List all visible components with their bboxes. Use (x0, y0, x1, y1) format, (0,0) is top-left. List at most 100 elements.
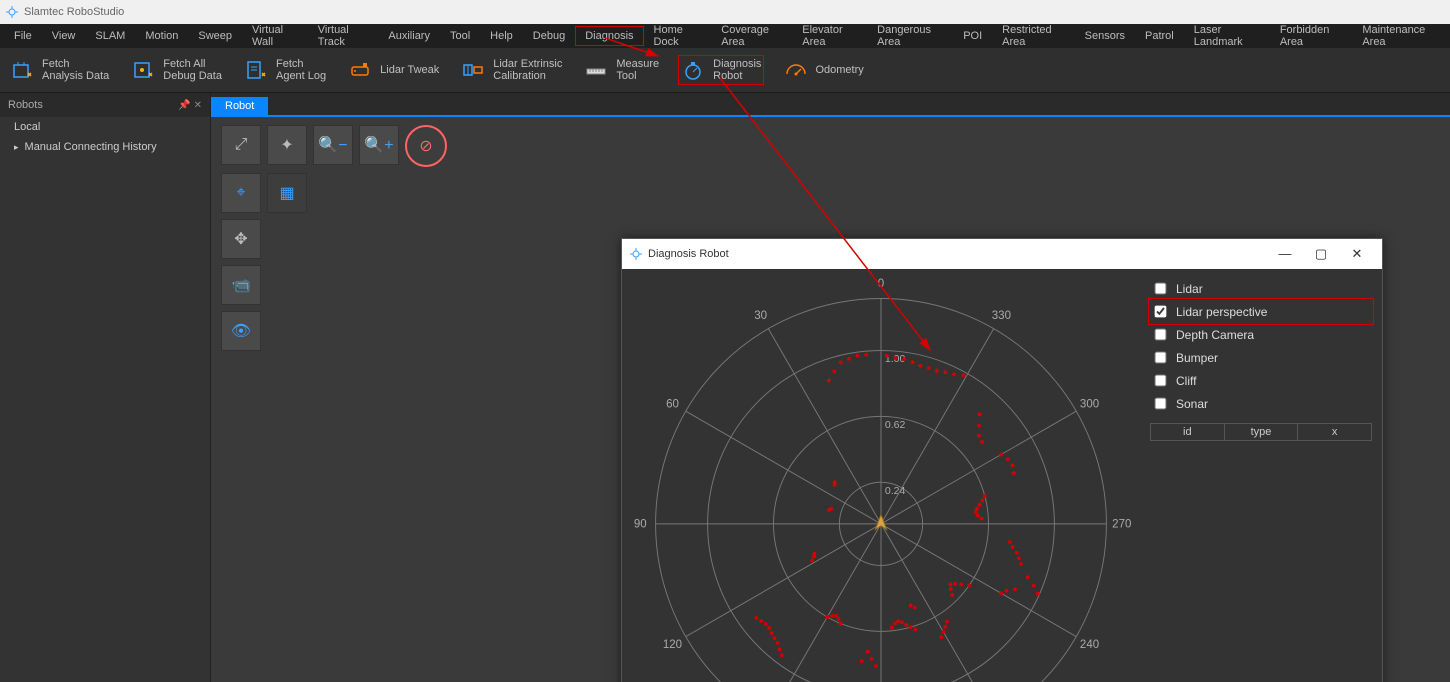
toolbar-fetch-analysis-button[interactable]: FetchAnalysis Data (10, 58, 109, 82)
svg-text:300: 300 (1080, 398, 1099, 410)
menu-diagnosis[interactable]: Diagnosis (575, 26, 643, 46)
svg-text:90: 90 (634, 519, 647, 531)
robots-panel-title: Robots (8, 99, 43, 111)
menu-patrol[interactable]: Patrol (1135, 26, 1184, 46)
sensor-options-panel: Lidar Lidar perspective Depth Camera Bumper… (1140, 269, 1382, 682)
window-title: Slamtec RoboStudio (24, 6, 124, 18)
toolbar-measure-tool-button[interactable]: MeasureTool (584, 58, 659, 82)
zoom-target-icon[interactable]: ⌖ (221, 173, 261, 213)
panel-pin-icon[interactable]: 📌 ✕ (178, 100, 202, 111)
menu-auxiliary[interactable]: Auxiliary (378, 26, 440, 46)
menu-poi[interactable]: POI (953, 26, 992, 46)
toolbar-label: FetchAgent Log (276, 58, 326, 82)
eye-tool-icon[interactable]: 👁 (221, 311, 261, 351)
robots-tree-item[interactable]: Manual Connecting History (0, 137, 210, 157)
fetch-agent-log-icon (244, 58, 268, 82)
menu-view[interactable]: View (42, 26, 86, 46)
checkbox[interactable] (1155, 375, 1167, 387)
window-minimize-button[interactable]: — (1268, 246, 1302, 262)
table-header-cell[interactable]: x (1298, 424, 1371, 440)
menu-coverage-area[interactable]: Coverage Area (711, 20, 792, 52)
measure-tool-icon (584, 58, 608, 82)
table-header-cell[interactable]: type (1225, 424, 1299, 440)
tab-robot[interactable]: Robot (211, 97, 268, 115)
sensor-check-lidar-perspective[interactable]: Lidar perspective (1150, 300, 1372, 323)
checkbox[interactable] (1155, 283, 1167, 295)
main-canvas-area: Robot ⤢ ✦ 🔍− 🔍+ ⊘ ⌖ ▦ ✥ 📹 👁 (211, 93, 1450, 682)
robots-panel-header: Robots 📌 ✕ (0, 93, 210, 117)
diagnosis-robot-window: Diagnosis Robot — ▢ ✕ 0.240.621.00030609… (621, 238, 1383, 682)
toolbar-lidar-tweak-button[interactable]: Lidar Tweak (348, 58, 439, 82)
svg-text:240: 240 (1080, 639, 1099, 651)
table-header-cell[interactable]: id (1151, 424, 1225, 440)
move-tool-icon[interactable]: ✥ (221, 219, 261, 259)
menu-help[interactable]: Help (480, 26, 523, 46)
toolbar-lidar-extrinsic-button[interactable]: Lidar ExtrinsicCalibration (461, 58, 562, 82)
crosshair-icon[interactable]: ✦ (267, 125, 307, 165)
menu-home-dock[interactable]: Home Dock (644, 20, 712, 52)
menu-debug[interactable]: Debug (523, 26, 575, 46)
toolbar-odometry-button[interactable]: Odometry (783, 58, 863, 82)
camera-tool-icon[interactable]: 📹 (221, 265, 261, 305)
toolbar-fetch-all-debug-button[interactable]: Fetch AllDebug Data (131, 58, 222, 82)
toolbar-label: Lidar ExtrinsicCalibration (493, 58, 562, 82)
odometry-icon (783, 58, 807, 82)
menu-virtual-wall[interactable]: Virtual Wall (242, 20, 308, 52)
zoom-out-icon[interactable]: 🔍− (313, 125, 353, 165)
diagnosis-robot-icon (681, 58, 705, 82)
menu-restricted-area[interactable]: Restricted Area (992, 20, 1074, 52)
sensor-check-sonar[interactable]: Sonar (1150, 392, 1372, 415)
sensor-table-header: idtypex (1150, 423, 1372, 441)
toolbar-label: Odometry (815, 64, 863, 76)
checkbox-label: Cliff (1176, 374, 1196, 388)
sensor-check-cliff[interactable]: Cliff (1150, 369, 1372, 392)
menu-dangerous-area[interactable]: Dangerous Area (867, 20, 953, 52)
menu-slam[interactable]: SLAM (85, 26, 135, 46)
svg-text:330: 330 (992, 310, 1011, 322)
zoom-cancel-icon[interactable]: ⊘ (405, 125, 447, 167)
toolbar-diagnosis-robot-button[interactable]: DiagnosisRobot (681, 58, 761, 82)
checkbox-label: Depth Camera (1176, 328, 1254, 342)
dialog-titlebar[interactable]: Diagnosis Robot — ▢ ✕ (622, 239, 1382, 269)
lidar-tweak-icon (348, 58, 372, 82)
zoom-in-icon[interactable]: 🔍+ (359, 125, 399, 165)
svg-text:270: 270 (1112, 519, 1131, 531)
robots-tree-item[interactable]: Local (0, 117, 210, 137)
sensor-check-depth-camera[interactable]: Depth Camera (1150, 323, 1372, 346)
menu-motion[interactable]: Motion (135, 26, 188, 46)
menu-forbidden-area[interactable]: Forbidden Area (1270, 20, 1353, 52)
ribbon-toolbar: FetchAnalysis Data Fetch AllDebug Data Fet… (0, 48, 1450, 93)
canvas-tool-palette: ⤢ ✦ 🔍− 🔍+ ⊘ ⌖ ▦ ✥ 📹 👁 (221, 125, 447, 351)
grid-settings-icon[interactable]: ▦ (267, 173, 307, 213)
toolbar-label: MeasureTool (616, 58, 659, 82)
menu-virtual-track[interactable]: Virtual Track (308, 20, 379, 52)
toolbar-fetch-agent-log-button[interactable]: FetchAgent Log (244, 58, 326, 82)
sensor-check-bumper[interactable]: Bumper (1150, 346, 1372, 369)
menu-sensors[interactable]: Sensors (1075, 26, 1135, 46)
menu-elevator-area[interactable]: Elevator Area (792, 20, 867, 52)
polar-radar-view[interactable]: 0.240.621.000306090120150180210240270300… (622, 269, 1140, 682)
menu-laser-landmark[interactable]: Laser Landmark (1184, 20, 1270, 52)
menubar: FileViewSLAMMotionSweepVirtual WallVirtu… (0, 24, 1450, 48)
menu-file[interactable]: File (4, 26, 42, 46)
svg-text:0.62: 0.62 (885, 419, 906, 431)
menu-maintenance-area[interactable]: Maintenance Area (1352, 20, 1446, 52)
svg-text:60: 60 (666, 398, 679, 410)
checkbox[interactable] (1155, 398, 1167, 410)
menu-sweep[interactable]: Sweep (188, 26, 242, 46)
svg-text:30: 30 (754, 310, 767, 322)
window-maximize-button[interactable]: ▢ (1304, 246, 1338, 262)
window-close-button[interactable]: ✕ (1340, 246, 1374, 262)
checkbox[interactable] (1155, 352, 1167, 364)
toolbar-label: FetchAnalysis Data (42, 58, 109, 82)
sensor-check-lidar[interactable]: Lidar (1150, 277, 1372, 300)
checkbox[interactable] (1155, 306, 1167, 318)
dialog-app-icon (630, 248, 642, 260)
checkbox-label: Lidar perspective (1176, 305, 1267, 319)
checkbox-label: Sonar (1176, 397, 1208, 411)
dialog-title: Diagnosis Robot (648, 248, 729, 260)
menu-tool[interactable]: Tool (440, 26, 480, 46)
fullscreen-icon[interactable]: ⤢ (221, 125, 261, 165)
checkbox[interactable] (1155, 329, 1167, 341)
toolbar-label: Lidar Tweak (380, 64, 439, 76)
